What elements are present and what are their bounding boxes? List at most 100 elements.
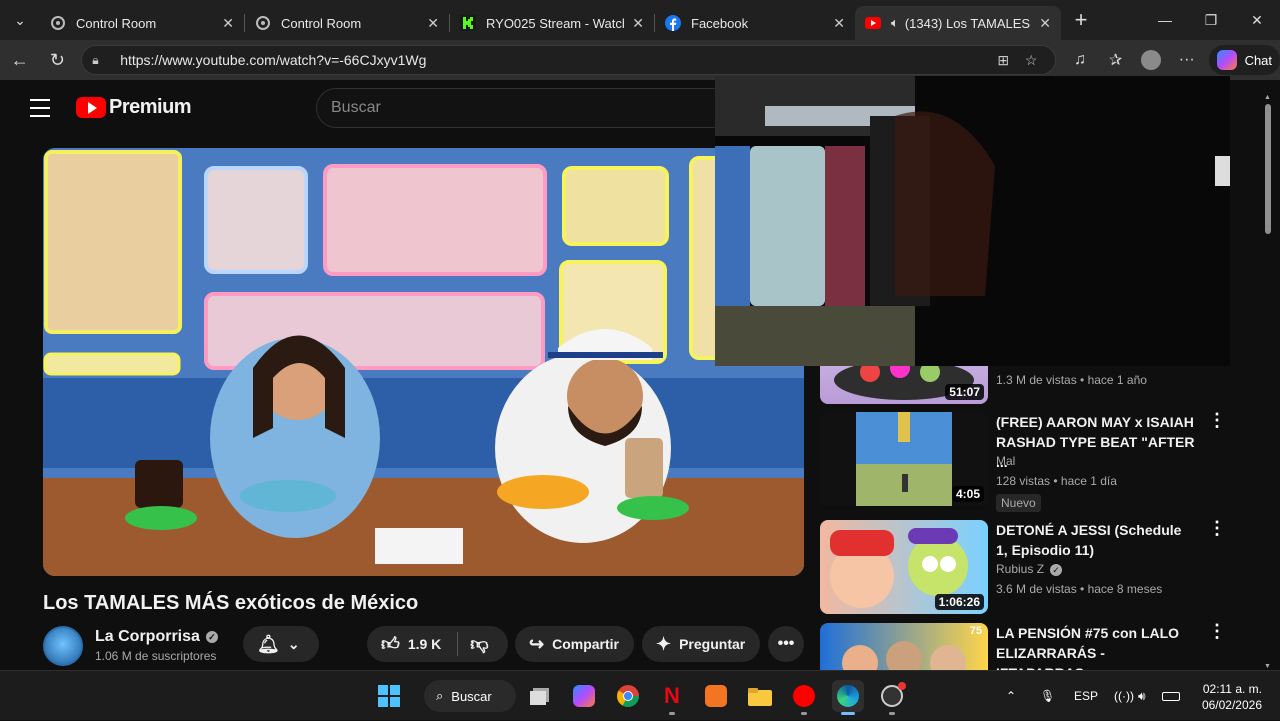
tab-label: RYO025 Stream - Watch Live [486,15,624,31]
tab-label: Facebook [691,15,749,31]
thumbs-down-icon[interactable]: 👎︎ [470,633,488,655]
tab-label: (1343) Los TAMALES MÁ [904,15,1031,31]
system-clock[interactable]: 02:11 a. m. 06/02/2026 [1196,681,1262,713]
menu-hamburger-icon[interactable] [28,96,52,120]
video-duration: 1:06:26 [934,594,984,610]
input-language[interactable]: ESP [1074,671,1098,721]
tab-youtube-active[interactable]: 🔈︎ (1343) Los TAMALES MÁ ✕ [855,6,1061,40]
close-icon[interactable]: ✕ [632,15,644,32]
video-thumbnail[interactable]: 1:06:26 [820,520,988,614]
address-bar[interactable]: 🔒︎ https://www.youtube.com/watch?v=-66CJ… [81,45,1057,75]
show-hidden-icons-chevron-icon[interactable]: ⌃ [1006,671,1016,721]
netflix-icon[interactable]: N [656,680,688,715]
profile-avatar-icon[interactable] [1133,42,1169,78]
page-scrollbar[interactable]: ▲ ▼ [1262,94,1274,670]
share-button[interactable]: ↪ Compartir [515,626,634,662]
overlay-video-frame [715,76,1230,366]
close-icon[interactable]: ✕ [833,15,845,32]
bell-icon: 🔔︎ [257,633,280,654]
video-thumbnail[interactable]: 4:05 [820,412,988,506]
kick-icon [460,15,476,31]
ask-label: Preguntar [679,636,746,652]
chevron-down-icon: ⌄ [287,635,300,652]
url-text[interactable]: https://www.youtube.com/watch?v=-66CJxyv… [120,52,989,68]
search-icon: ⌕ [436,688,444,703]
search-input[interactable]: Buscar [316,88,736,128]
thumbs-up-icon[interactable]: 👍︎ [381,633,400,655]
new-tab-button[interactable]: + [1061,0,1101,40]
close-icon[interactable]: ✕ [427,15,439,32]
scroll-up-arrow-icon[interactable]: ▲ [1264,94,1271,101]
channel-avatar[interactable] [43,626,83,666]
verified-check-icon: ✓ [205,630,218,643]
scroll-down-arrow-icon[interactable]: ▼ [1264,663,1271,670]
clock-date: 06/02/2026 [1201,698,1262,712]
minimize-icon[interactable]: — [1142,0,1188,40]
recommendation-item[interactable]: 1:06:26 DETONÉ A JESSI (Schedule 1, Epis… [820,519,1260,614]
logo-text: Premium [109,96,192,118]
battery-icon[interactable] [1162,671,1180,721]
like-count[interactable]: 1.9 K [408,636,441,652]
more-actions-button[interactable]: ••• [768,626,804,662]
channel-name-text[interactable]: La Corporrisa [95,628,200,645]
speaker-icon[interactable]: 🔈︎ [891,15,899,31]
tab-control-room-1[interactable]: Control Room ✕ [40,6,244,40]
video-title[interactable]: LA PENSIÓN #75 con LALO ELIZARRARÁS - IZ… [996,623,1196,670]
microphone-icon[interactable]: 🎙︎ [1040,671,1055,721]
close-icon[interactable]: ✕ [222,15,234,32]
tab-control-room-2[interactable]: Control Room ✕ [245,6,449,40]
recommendation-item[interactable]: 75 LA PENSIÓN #75 con LALO ELIZARRARÁS -… [820,623,1260,670]
taskbar-search-label: Buscar [451,688,492,704]
more-vertical-icon[interactable]: ⋮ [1208,623,1226,640]
video-title[interactable]: (FREE) AARON MAY x ISAIAH RASHAD TYPE BE… [996,412,1196,472]
tab-facebook[interactable]: Facebook ✕ [655,6,855,40]
video-player[interactable] [43,148,804,576]
scrollbar-thumb[interactable] [1265,104,1271,234]
media-control-icon[interactable]: ♫ [1062,42,1098,78]
video-thumbnail[interactable]: 75 [820,623,988,670]
restore-icon[interactable]: ❐ [1188,0,1234,40]
search-placeholder: Buscar [331,99,381,116]
app-available-icon[interactable]: ⊞ [989,52,1017,69]
channel-name-text[interactable]: Rubius Z [996,562,1044,576]
browser-tab-strip: ⌄ Control Room ✕ Control Room ✕ RYO025 S… [0,0,1280,40]
share-arrow-icon: ↪ [529,633,545,654]
reload-icon[interactable]: ↻ [40,42,76,78]
channel-name[interactable]: Mal [996,454,1015,468]
copilot-chat-button[interactable]: Chat [1208,45,1280,75]
tab-actions-chevron-icon[interactable]: ⌄ [0,0,40,40]
channel-name[interactable]: La Corporrisa ✓ [95,628,218,646]
crunchyroll-icon[interactable] [700,680,732,712]
new-badge: Nuevo [996,494,1041,512]
gear-icon [50,15,66,31]
back-arrow-icon[interactable]: ← [2,42,38,78]
ask-button[interactable]: ✦ Preguntar [642,626,760,662]
more-vertical-icon[interactable]: ⋮ [1208,411,1226,429]
taskbar-search-button[interactable]: ⌕ Buscar [424,680,516,712]
notifications-dropdown-button[interactable]: 🔔︎ ⌄ [243,626,319,662]
close-icon[interactable]: ✕ [1039,15,1051,32]
site-info-icon[interactable]: 🔒︎ [92,53,112,68]
tab-ryo025-stream[interactable]: RYO025 Stream - Watch Live ✕ [450,6,654,40]
obs-studio-icon[interactable] [876,680,908,715]
youtube-app-icon[interactable] [788,680,820,715]
floating-video-overlay[interactable] [715,76,1230,366]
start-windows-icon[interactable] [373,680,405,712]
video-meta: 128 vistas • hace 1 día [996,474,1117,488]
recommendation-item[interactable]: 4:05 (FREE) AARON MAY x ISAIAH RASHAD TY… [820,411,1260,512]
wifi-icon[interactable]: ((·)) [1114,671,1134,721]
favorite-star-icon[interactable]: ☆ [1017,52,1045,69]
file-explorer-icon[interactable] [744,680,776,712]
channel-name[interactable]: Rubius Z ✓ [996,562,1063,576]
more-vertical-icon[interactable]: ⋮ [1208,519,1226,537]
favorites-icon[interactable]: ✰ [1098,42,1134,78]
more-options-icon[interactable]: ··· [1169,42,1205,78]
copilot-app-icon[interactable] [568,680,600,712]
video-title[interactable]: DETONÉ A JESSI (Schedule 1, Episodio 11) [996,520,1196,560]
chrome-icon[interactable] [612,680,644,712]
edge-icon[interactable] [832,680,864,715]
volume-icon[interactable]: 🔊︎ [1138,671,1146,721]
window-close-icon[interactable]: ✕ [1234,0,1280,40]
youtube-premium-logo[interactable]: Premium [76,96,192,119]
task-view-icon[interactable] [524,680,556,712]
